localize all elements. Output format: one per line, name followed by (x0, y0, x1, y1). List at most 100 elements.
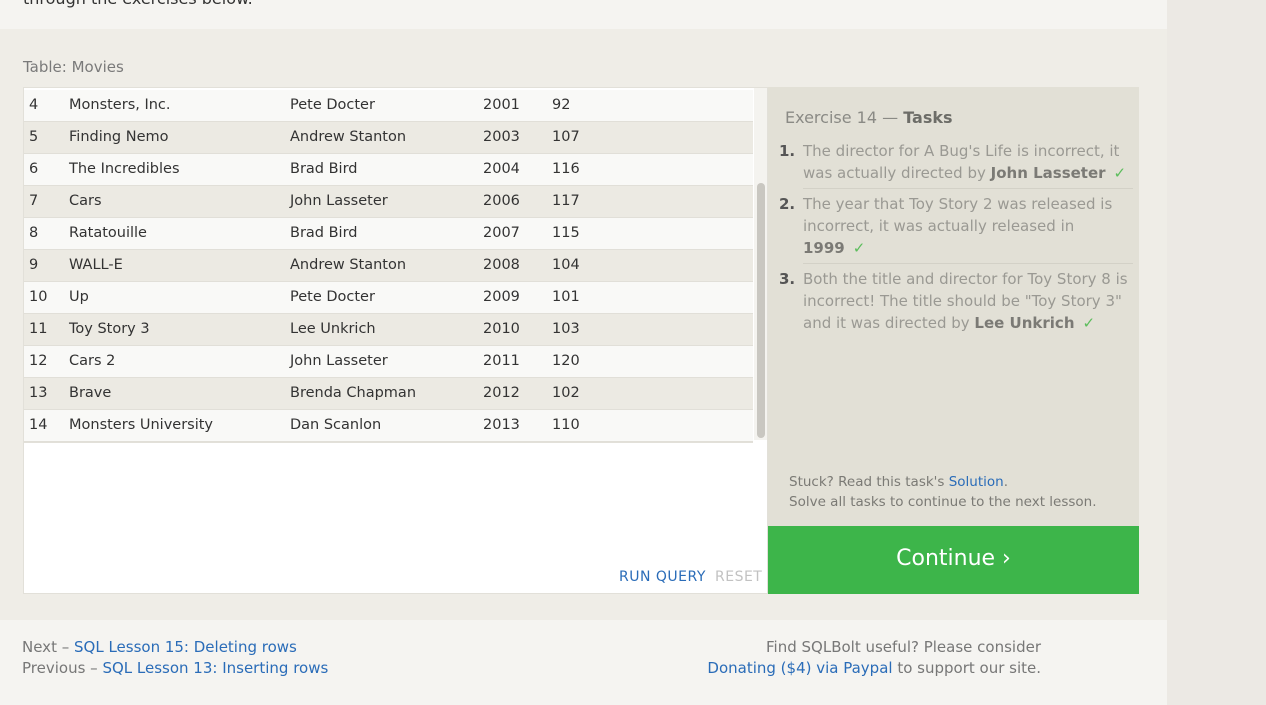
table-row: 5 Finding Nemo Andrew Stanton 2003 107 (24, 122, 753, 154)
task-number: 3. (779, 270, 796, 288)
table-row: 7 Cars John Lasseter 2006 117 (24, 186, 753, 218)
cell-length: 120 (552, 353, 580, 369)
cell-director: Pete Docter (290, 97, 375, 113)
cell-title: Brave (69, 385, 112, 401)
cell-id: 7 (29, 193, 39, 209)
cell-year: 2010 (483, 321, 520, 337)
cell-id: 12 (29, 353, 48, 369)
cell-director: John Lasseter (290, 193, 388, 209)
cell-title: Up (69, 289, 89, 305)
table-row: 9 WALL-E Andrew Stanton 2008 104 (24, 250, 753, 282)
tasks-panel: Exercise 14 — Tasks 1. The director for … (768, 87, 1139, 526)
solve-all-text: Solve all tasks to continue to the next … (789, 494, 1097, 510)
cell-length: 102 (552, 385, 580, 401)
results-table[interactable]: 4 Monsters, Inc. Pete Docter 2001 92 5 F… (24, 90, 753, 443)
cell-title: Cars (69, 193, 102, 209)
task-text: The year that Toy Story 2 was released i… (803, 195, 1113, 235)
cell-title: Cars 2 (69, 353, 116, 369)
tasks-heading: Exercise 14 — Tasks (785, 108, 953, 127)
next-lesson-link[interactable]: SQL Lesson 15: Deleting rows (74, 638, 297, 656)
table-row: 10 Up Pete Docter 2009 101 (24, 282, 753, 314)
cell-director: Lee Unkrich (290, 321, 376, 337)
cell-id: 13 (29, 385, 48, 401)
lesson-navigation: Next – SQL Lesson 15: Deleting rows Prev… (22, 637, 328, 679)
cell-length: 92 (552, 97, 571, 113)
cell-title: Ratatouille (69, 225, 147, 241)
cell-title: Toy Story 3 (69, 321, 150, 337)
cell-director: Andrew Stanton (290, 129, 407, 145)
next-prefix: Next – (22, 638, 74, 656)
cell-title: Finding Nemo (69, 129, 169, 145)
table-row: 4 Monsters, Inc. Pete Docter 2001 92 (24, 90, 753, 122)
cell-length: 116 (552, 161, 580, 177)
cell-year: 2003 (483, 129, 520, 145)
cell-director: Andrew Stanton (290, 257, 407, 273)
check-icon: ✓ (1113, 164, 1127, 182)
cell-length: 103 (552, 321, 580, 337)
tasks-heading-strong: Tasks (903, 108, 953, 127)
tasks-heading-prefix: Exercise 14 — (785, 108, 904, 127)
query-results-panel: 4 Monsters, Inc. Pete Docter 2001 92 5 F… (23, 87, 768, 594)
previous-lesson-link[interactable]: SQL Lesson 13: Inserting rows (102, 659, 328, 677)
cell-year: 2009 (483, 289, 520, 305)
cell-id: 10 (29, 289, 48, 305)
check-icon: ✓ (852, 239, 866, 257)
cell-year: 2012 (483, 385, 520, 401)
cell-length: 107 (552, 129, 580, 145)
page: through the exercises below. Table: Movi… (0, 0, 1167, 705)
support-line: Find SQLBolt useful? Please consider (766, 638, 1041, 656)
support-message: Find SQLBolt useful? Please consider Don… (707, 637, 1041, 679)
task-answer: Lee Unkrich (974, 314, 1075, 332)
cell-title: The Incredibles (69, 161, 180, 177)
cell-title: Monsters, Inc. (69, 97, 171, 113)
stuck-suffix: . (1003, 474, 1009, 490)
task-divider (803, 263, 1133, 264)
table-row: 8 Ratatouille Brad Bird 2007 115 (24, 218, 753, 250)
support-suffix: to support our site. (892, 659, 1041, 677)
cell-director: Brenda Chapman (290, 385, 417, 401)
task-divider (803, 188, 1133, 189)
table-caption: Table: Movies (23, 58, 124, 76)
task-text: Both the title and director for Toy Stor… (803, 270, 1128, 332)
cell-length: 104 (552, 257, 580, 273)
continue-button[interactable]: Continue › (768, 526, 1139, 594)
table-row: 13 Brave Brenda Chapman 2012 102 (24, 378, 753, 410)
cell-year: 2013 (483, 417, 520, 433)
cell-director: Brad Bird (290, 161, 358, 177)
previous-prefix: Previous – (22, 659, 103, 677)
cell-director: John Lasseter (290, 353, 388, 369)
cell-year: 2008 (483, 257, 520, 273)
stuck-prefix: Stuck? Read this task's (789, 474, 949, 490)
cell-director: Dan Scanlon (290, 417, 382, 433)
stuck-hint: Stuck? Read this task's Solution. Solve … (789, 472, 1097, 512)
cell-length: 101 (552, 289, 580, 305)
cell-id: 11 (29, 321, 48, 337)
table-scrollbar-thumb[interactable] (757, 183, 765, 438)
cell-year: 2001 (483, 97, 520, 113)
cell-id: 14 (29, 417, 48, 433)
task-answer: John Lasseter (990, 164, 1106, 182)
cell-year: 2011 (483, 353, 520, 369)
cell-year: 2007 (483, 225, 520, 241)
cell-year: 2004 (483, 161, 520, 177)
cell-id: 6 (29, 161, 39, 177)
cell-id: 5 (29, 129, 39, 145)
table-row: 12 Cars 2 John Lasseter 2011 120 (24, 346, 753, 378)
cell-id: 4 (29, 97, 39, 113)
cell-title: Monsters University (69, 417, 214, 433)
cell-year: 2006 (483, 193, 520, 209)
cell-length: 110 (552, 417, 580, 433)
cell-director: Pete Docter (290, 289, 375, 305)
donate-link[interactable]: Donating ($4) via Paypal (707, 659, 892, 677)
cell-length: 115 (552, 225, 580, 241)
cell-length: 117 (552, 193, 580, 209)
task-answer: 1999 (803, 239, 845, 257)
solution-link[interactable]: Solution (949, 474, 1004, 490)
table-row: 14 Monsters University Dan Scanlon 2013 … (24, 410, 753, 442)
run-query-button[interactable]: RUN QUERY (619, 569, 706, 585)
task-number: 2. (779, 195, 796, 213)
check-icon: ✓ (1082, 314, 1096, 332)
reset-button[interactable]: RESET (715, 569, 762, 585)
task-number: 1. (779, 142, 796, 160)
cell-id: 9 (29, 257, 39, 273)
